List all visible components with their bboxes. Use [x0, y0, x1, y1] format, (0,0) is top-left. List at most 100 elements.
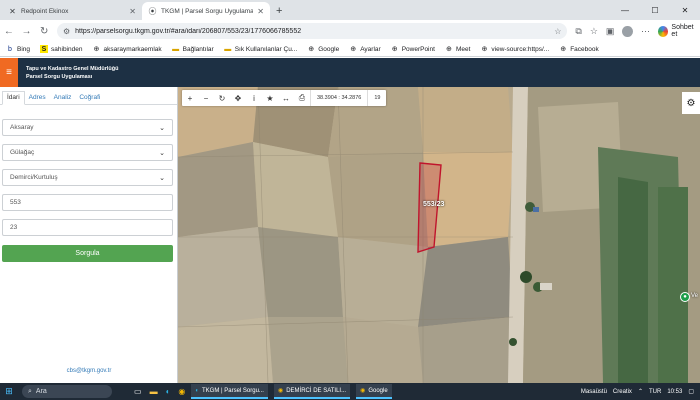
contact-email-link[interactable]: cbs@tkgm.gov.tr — [0, 368, 178, 374]
coordinate-readout: 38.3904 : 34.2876 — [310, 90, 367, 106]
address-bar[interactable]: ⚙ https://parselsorgu.tkgm.gov.tr/#ara/i… — [56, 23, 568, 39]
bookmark-sahibinden[interactable]: Ssahibinden — [40, 45, 82, 53]
redpoint-favicon-icon: ✕ — [9, 6, 16, 16]
bookmark-facebook[interactable]: ⊕ Facebook — [559, 45, 598, 54]
neighborhood-select[interactable]: Demirci/Kurtuluş ⌄ — [2, 169, 173, 186]
bookmark-bing[interactable]: b Bing — [6, 45, 30, 53]
satellite-imagery — [178, 87, 700, 383]
app-title-line1: Tapu ve Kadastro Genel Müdürlüğü — [26, 65, 119, 72]
sahibinden-icon: S — [40, 45, 49, 53]
desktop-label[interactable]: Masaüstü — [581, 389, 607, 395]
block-value: 553 — [10, 199, 21, 206]
search-placeholder: Ara — [35, 388, 47, 395]
tab-cografi[interactable]: Coğrafi — [75, 94, 104, 104]
close-tab-icon[interactable]: ✕ — [129, 7, 136, 16]
zoom-in-icon[interactable]: + — [182, 90, 198, 106]
bookmark-sik-kullanilanlar[interactable]: ▬ Sık Kullanılanlar Çu... — [224, 45, 297, 53]
new-tab-button[interactable]: + — [276, 2, 282, 20]
chrome-icon: ◉ — [277, 388, 284, 394]
neighborhood-value: Demirci/Kurtuluş — [10, 174, 58, 181]
creatix-label[interactable]: Creatix — [613, 389, 632, 395]
parcel-input[interactable]: 23 — [2, 219, 173, 236]
bookmarks-bar: b Bing Ssahibinden ⊕ aksaraymarkaemlak ▬ Ba… — [0, 42, 700, 57]
bing-icon: b — [8, 45, 12, 53]
star-icon[interactable]: ★ — [262, 90, 278, 106]
chevron-down-icon: ⌄ — [159, 174, 165, 182]
query-tabs: İdari Adres Analiz Coğrafi — [0, 87, 177, 105]
block-input[interactable]: 553 — [2, 194, 173, 211]
profile-avatar[interactable] — [622, 25, 633, 37]
bookmark-baglantilar[interactable]: ▬ Bağlantılar — [172, 45, 214, 53]
copilot-label: Sohbet et — [671, 24, 694, 38]
bookmark-ayarlar[interactable]: ⊕ Ayarlar — [349, 45, 380, 54]
windows-taskbar: ⊞ ⌕ Ara ▭ ▬ ◐ ◉ ◐ TKGM | Parsel Sorgu...… — [0, 383, 700, 400]
reload-icon[interactable]: ↻ — [35, 26, 53, 37]
poi-label: Ve — [691, 293, 699, 299]
globe-icon: ⊕ — [560, 46, 567, 53]
province-value: Aksaray — [10, 124, 34, 131]
maximize-icon[interactable]: ☐ — [640, 0, 670, 20]
minimize-icon[interactable]: — — [610, 0, 640, 20]
file-explorer-icon[interactable]: ▬ — [150, 387, 158, 396]
taskbar-app-tkgm[interactable]: ◐ TKGM | Parsel Sorgu... — [191, 384, 268, 399]
browser-nav-bar: ← → ↻ ⚙ https://parselsorgu.tkgm.gov.tr/… — [0, 20, 700, 42]
notification-icon[interactable]: ▢ — [688, 388, 694, 395]
edge-icon: ◐ — [195, 387, 200, 394]
clock[interactable]: 10:53 — [667, 389, 682, 395]
gear-icon[interactable]: ⚙ — [682, 92, 700, 114]
close-window-icon[interactable]: ✕ — [670, 0, 700, 20]
bookmark-view-source[interactable]: ⊕ view-source:https/... — [480, 45, 549, 54]
satellite-map[interactable]: + − ↻ ✥ i ★ ↔ ⎙ 38.3904 : 34.2876 19 ⚙ 5… — [178, 87, 700, 383]
forward-icon[interactable]: → — [18, 26, 36, 37]
parcel-label: 553/23 — [423, 201, 445, 208]
language-indicator[interactable]: TUR — [649, 389, 661, 395]
hamburger-menu-icon[interactable]: ≡ — [0, 58, 18, 87]
print-icon[interactable]: ⎙ — [294, 90, 310, 106]
folder-icon: ▬ — [224, 45, 232, 53]
toolbar-icons: ⧉ ☆ ▣ ⋯ Sohbet et — [575, 24, 700, 38]
info-icon[interactable]: i — [246, 90, 262, 106]
system-tray: Masaüstü Creatix ⌃ TUR 10:53 ▢ — [581, 388, 700, 396]
bookmark-google[interactable]: ⊕ Google — [307, 45, 339, 54]
taskbar-app-google[interactable]: ◉ Google — [356, 384, 392, 399]
collections-icon[interactable]: ▣ — [606, 26, 615, 37]
app-title: Tapu ve Kadastro Genel Müdürlüğü Parsel … — [26, 65, 119, 81]
bookmark-meet[interactable]: ⊕ Meet — [445, 45, 470, 54]
favorites-icon[interactable]: ☆ — [590, 26, 598, 37]
copilot-icon — [657, 25, 669, 37]
back-icon[interactable]: ← — [0, 26, 18, 37]
taskbar-search[interactable]: ⌕ Ara — [22, 385, 112, 398]
close-tab-icon[interactable]: ✕ — [257, 7, 264, 16]
chrome-icon[interactable]: ◉ — [178, 387, 185, 396]
tab-title: Redpoint Ekinox — [21, 7, 69, 15]
copilot-button[interactable]: Sohbet et — [657, 24, 700, 38]
district-value: Gülağaç — [10, 149, 35, 156]
measure-icon[interactable]: ↔ — [278, 90, 294, 106]
query-button[interactable]: Sorgula — [2, 245, 173, 262]
tab-analiz[interactable]: Analiz — [50, 94, 76, 104]
bookmark-powerpoint[interactable]: ⊕ PowerPoint — [391, 45, 435, 54]
district-select[interactable]: Gülağaç ⌄ — [2, 144, 173, 161]
url-text[interactable]: https://parselsorgu.tkgm.gov.tr/#ara/ida… — [75, 28, 549, 35]
tab-adres[interactable]: Adres — [25, 94, 50, 104]
site-info-icon[interactable]: ⚙ — [63, 27, 70, 36]
globe-icon: ⊕ — [391, 46, 398, 53]
app-header: ≡ Tapu ve Kadastro Genel Müdürlüğü Parse… — [0, 58, 700, 87]
more-menu-icon[interactable]: ⋯ — [641, 26, 650, 37]
locate-icon[interactable]: ✥ — [230, 90, 246, 106]
task-view-icon[interactable]: ▭ — [134, 387, 142, 396]
refresh-icon[interactable]: ↻ — [214, 90, 230, 106]
edge-icon[interactable]: ◐ — [166, 387, 171, 396]
extensions-icon[interactable]: ⧉ — [575, 26, 581, 37]
bookmark-aksaraymarkaemlak[interactable]: ⊕ aksaraymarkaemlak — [92, 45, 162, 54]
chevron-up-icon[interactable]: ⌃ — [638, 388, 643, 395]
tab-idari[interactable]: İdari — [2, 91, 25, 105]
tab-redpoint[interactable]: ✕ Redpoint Ekinox ✕ — [2, 2, 142, 20]
bookmark-star-icon[interactable]: ☆ — [554, 27, 561, 36]
province-select[interactable]: Aksaray ⌄ — [2, 119, 173, 136]
tab-tkgm[interactable]: ⦿ TKGM | Parsel Sorgu Uygulaması ✕ — [142, 2, 270, 20]
windows-start-icon[interactable]: ⊞ — [0, 386, 18, 397]
map-pin-icon[interactable]: ● — [680, 292, 690, 302]
zoom-out-icon[interactable]: − — [198, 90, 214, 106]
taskbar-app-demirci[interactable]: ◉ DEMİRCİ DE SATILI... — [273, 384, 351, 399]
